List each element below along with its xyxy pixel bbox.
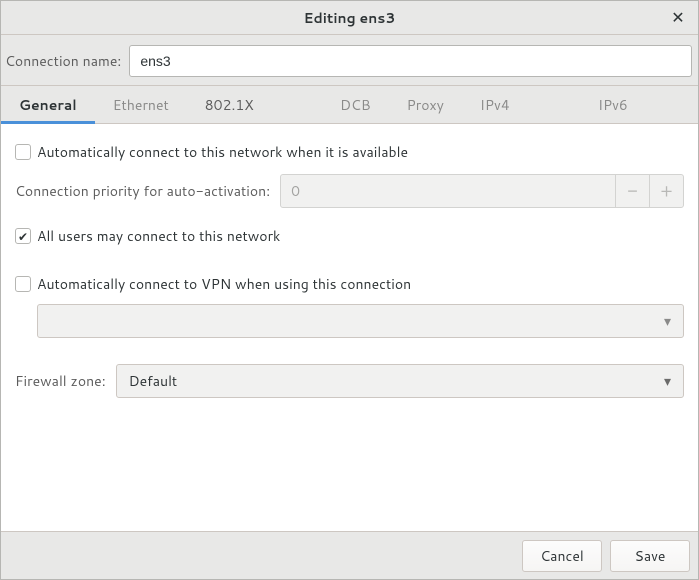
priority-value: 0 [281,175,615,207]
tab-bar: General Ethernet 802.1X Security DCB Pro… [1,86,698,124]
connection-name-label: Connection name: [1,51,129,71]
priority-label: Connection priority for auto-activation: [15,181,270,201]
auto-connect-row: Automatically connect to this network wh… [15,142,684,162]
save-button[interactable]: Save [610,540,690,572]
tab-content-general: Automatically connect to this network wh… [1,124,698,531]
connection-name-input[interactable] [129,45,692,77]
auto-connect-checkbox[interactable] [15,144,31,160]
all-users-checkbox[interactable] [15,228,31,244]
tab-ipv4-settings[interactable]: IPv4 Settings [462,86,580,124]
auto-vpn-row: Automatically connect to VPN when using … [15,274,684,294]
auto-connect-label: Automatically connect to this network wh… [37,142,408,162]
firewall-select[interactable]: Default ▾ [116,364,684,398]
tab-dcb[interactable]: DCB [322,86,389,124]
close-icon[interactable]: ✕ [666,6,690,30]
cancel-button[interactable]: Cancel [522,540,602,572]
all-users-row: All users may connect to this network [15,226,684,246]
tab-proxy[interactable]: Proxy [389,86,462,124]
tab-ipv6-settings[interactable]: IPv6 Settings [580,86,698,124]
firewall-row: Firewall zone: Default ▾ [15,364,684,398]
tab-8021x-security[interactable]: 802.1X Security [187,86,322,124]
chevron-down-icon: ▾ [664,371,671,391]
priority-spinbutton[interactable]: 0 − + [280,174,684,208]
priority-row: Connection priority for auto-activation:… [15,174,684,208]
auto-vpn-checkbox[interactable] [15,276,31,292]
window-title: Editing ens3 [1,8,698,28]
firewall-label: Firewall zone: [15,371,106,391]
priority-decrement-button[interactable]: − [615,175,649,207]
tab-general[interactable]: General [1,86,95,124]
auto-vpn-label: Automatically connect to VPN when using … [37,274,411,294]
firewall-select-value: Default [129,371,178,391]
window-root: Editing ens3 ✕ Connection name: General … [0,0,699,580]
all-users-label: All users may connect to this network [37,226,280,246]
priority-increment-button[interactable]: + [649,175,683,207]
tab-ethernet[interactable]: Ethernet [95,86,187,124]
vpn-select[interactable] [37,304,684,338]
dialog-footer: Cancel Save [1,531,698,579]
connection-name-row: Connection name: [1,35,698,86]
titlebar: Editing ens3 ✕ [1,1,698,35]
